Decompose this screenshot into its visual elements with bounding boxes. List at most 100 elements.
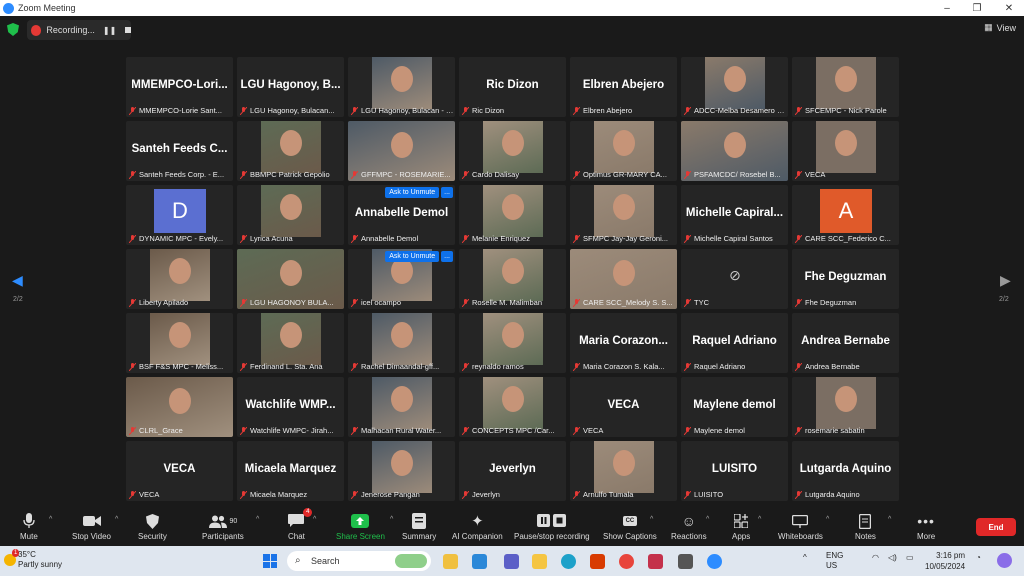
- whiteboards-options-chevron-icon[interactable]: ^: [826, 516, 829, 523]
- wps-office-icon[interactable]: [590, 554, 605, 569]
- taskbar-search-input[interactable]: ⌕ Search: [287, 551, 431, 571]
- ai-companion-button[interactable]: ✦ AI Companion: [452, 512, 503, 541]
- participant-tile[interactable]: LGU Hagonoy, B... LGU Hagonoy, Bulacan...: [237, 57, 344, 117]
- pause-recording-icon[interactable]: ❚❚: [103, 26, 116, 35]
- maximize-button[interactable]: ❐: [962, 0, 992, 16]
- participant-tile[interactable]: Ferdinand L. Sta. Ana: [237, 313, 344, 373]
- participant-tile[interactable]: GFFMPC - ROSEMARIE...: [348, 121, 455, 181]
- participant-tile[interactable]: Watchlife WMP... Watchlife WMPC- Jirah...: [237, 377, 344, 437]
- participant-tile[interactable]: SFMPC Jay-Jay Geroni...: [570, 185, 677, 245]
- participants-options-chevron-icon[interactable]: ^: [256, 516, 259, 523]
- mute-options-chevron-icon[interactable]: ^: [49, 516, 52, 523]
- edge-browser-icon[interactable]: [561, 554, 576, 569]
- share-screen-button[interactable]: Share Screen: [336, 512, 385, 541]
- participant-tile[interactable]: Lutgarda Aquino Lutgarda Aquino: [792, 441, 899, 501]
- participant-tile[interactable]: PSFAMCDC/ Rosebel B...: [681, 121, 788, 181]
- shield-icon[interactable]: [7, 23, 19, 36]
- chat-button[interactable]: 4 Chat: [288, 508, 313, 541]
- app-icon[interactable]: [678, 554, 693, 569]
- windows-start-icon[interactable]: [263, 554, 277, 568]
- more-button[interactable]: ••• More: [917, 512, 935, 541]
- participant-tile[interactable]: Cardo Dalisay: [459, 121, 566, 181]
- mute-button[interactable]: Mute: [20, 512, 38, 541]
- participant-tile[interactable]: VECA: [792, 121, 899, 181]
- chrome-browser-icon[interactable]: [619, 554, 634, 569]
- ask-to-unmute-button[interactable]: Ask to Unmute: [385, 251, 440, 262]
- wifi-icon[interactable]: ◠: [872, 553, 879, 562]
- language-indicator[interactable]: ENG US: [826, 551, 843, 571]
- participant-tile[interactable]: LGU Hagonoy, Bulacan - F...: [348, 57, 455, 117]
- participant-tile[interactable]: SFCEMPC - Nick Parole: [792, 57, 899, 117]
- tile-more-button[interactable]: ...: [441, 251, 453, 262]
- participant-tile[interactable]: Fhe Deguzman Fhe Deguzman: [792, 249, 899, 309]
- participant-tile[interactable]: Micaela Marquez Micaela Marquez: [237, 441, 344, 501]
- captions-options-chevron-icon[interactable]: ^: [650, 516, 653, 523]
- participant-tile[interactable]: Roselle M. Malimban: [459, 249, 566, 309]
- widgets-app-icon[interactable]: [443, 554, 458, 569]
- apps-button[interactable]: Apps: [732, 512, 750, 541]
- participant-tile[interactable]: CONCEPTS MPC /Car...: [459, 377, 566, 437]
- participant-tile[interactable]: Santeh Feeds C... Santeh Feeds Corp. - E.…: [126, 121, 233, 181]
- volume-icon[interactable]: ◁): [888, 553, 897, 562]
- previous-page-arrow-icon[interactable]: ◀: [12, 272, 23, 289]
- share-options-chevron-icon[interactable]: ^: [390, 516, 393, 523]
- participant-tile[interactable]: ADCC-Melba Desamero &...: [681, 57, 788, 117]
- participant-tile[interactable]: CLRL_Grace: [126, 377, 233, 437]
- participant-tile[interactable]: ⊘ TYC: [681, 249, 788, 309]
- participant-tile[interactable]: Rachel Dimaandal-gff...: [348, 313, 455, 373]
- chat-options-chevron-icon[interactable]: ^: [313, 516, 316, 523]
- participant-tile[interactable]: Malhacan Rural Water...: [348, 377, 455, 437]
- stop-recording-icon[interactable]: [125, 27, 131, 33]
- participant-tile[interactable]: rosemarie sabatin: [792, 377, 899, 437]
- end-meeting-button[interactable]: End: [976, 518, 1016, 536]
- view-button[interactable]: ▦ View: [984, 22, 1016, 33]
- teams-app-icon[interactable]: [504, 554, 519, 569]
- participant-tile[interactable]: Jeverlyn Jeverlyn: [459, 441, 566, 501]
- notification-icon[interactable]: ◔: [976, 553, 981, 562]
- security-button[interactable]: Security: [138, 512, 167, 541]
- reactions-button[interactable]: ☺ Reactions: [671, 512, 707, 541]
- participant-tile[interactable]: Raquel Adriano Raquel Adriano: [681, 313, 788, 373]
- participant-tile[interactable]: CARE SCC_Melody S. S...: [570, 249, 677, 309]
- summary-button[interactable]: Summary: [402, 512, 436, 541]
- participant-tile[interactable]: LGU HAGONOY BULA...: [237, 249, 344, 309]
- show-captions-button[interactable]: CC Show Captions: [603, 512, 657, 541]
- participant-tile[interactable]: VECA VECA: [126, 441, 233, 501]
- participant-tile[interactable]: Melanie Enriquez: [459, 185, 566, 245]
- participant-tile[interactable]: VECA VECA: [570, 377, 677, 437]
- reactions-options-chevron-icon[interactable]: ^: [706, 516, 709, 523]
- participant-tile[interactable]: Liberty Apilado: [126, 249, 233, 309]
- participant-tile[interactable]: Jenerose Pangan: [348, 441, 455, 501]
- participant-tile[interactable]: A CARE SCC_Federico C...: [792, 185, 899, 245]
- minimize-button[interactable]: –: [932, 0, 962, 16]
- apps-options-chevron-icon[interactable]: ^: [758, 516, 761, 523]
- zoom-taskbar-icon[interactable]: [707, 554, 722, 569]
- participant-tile[interactable]: Arnulfo Tumala: [570, 441, 677, 501]
- participant-tile[interactable]: icel ocampo Ask to Unmute...: [348, 249, 455, 309]
- next-page-arrow-icon[interactable]: ▶: [1000, 272, 1011, 289]
- pause-stop-recording-button[interactable]: Pause/stop recording: [514, 512, 590, 541]
- participant-tile[interactable]: Andrea Bernabe Andrea Bernabe: [792, 313, 899, 373]
- participant-tile[interactable]: Lyrica Acuna: [237, 185, 344, 245]
- participant-tile[interactable]: Michelle Capiral... Michelle Capiral Sant…: [681, 185, 788, 245]
- participant-tile[interactable]: Annabelle Demol Annabelle Demol Ask to Unm…: [348, 185, 455, 245]
- tile-more-button[interactable]: ...: [441, 187, 453, 198]
- participant-tile[interactable]: reynaldo ramos: [459, 313, 566, 373]
- video-options-chevron-icon[interactable]: ^: [115, 516, 118, 523]
- battery-icon[interactable]: ▭: [906, 553, 914, 562]
- participant-tile[interactable]: BBMPC Patrick Gepolio: [237, 121, 344, 181]
- participant-tile[interactable]: Elbren Abejero Elbren Abejero: [570, 57, 677, 117]
- close-button[interactable]: ✕: [994, 0, 1024, 16]
- participant-tile[interactable]: Maylene demol Maylene demol: [681, 377, 788, 437]
- taskbar-clock[interactable]: 3:16 pm 10/05/2024: [925, 550, 965, 572]
- participant-tile[interactable]: LUISITO LUISITO: [681, 441, 788, 501]
- file-explorer-icon[interactable]: [532, 554, 547, 569]
- notes-button[interactable]: Notes: [855, 512, 876, 541]
- outlook-app-icon[interactable]: [472, 554, 487, 569]
- participant-tile[interactable]: BSF F&S MPC - Meliss...: [126, 313, 233, 373]
- participants-button[interactable]: 90 Participants: [202, 512, 244, 541]
- weather-widget[interactable]: 35°C Partly sunny: [18, 550, 62, 570]
- whiteboards-button[interactable]: Whiteboards: [778, 512, 823, 541]
- stop-video-button[interactable]: Stop Video: [72, 512, 111, 541]
- wps-writer-icon[interactable]: [648, 554, 663, 569]
